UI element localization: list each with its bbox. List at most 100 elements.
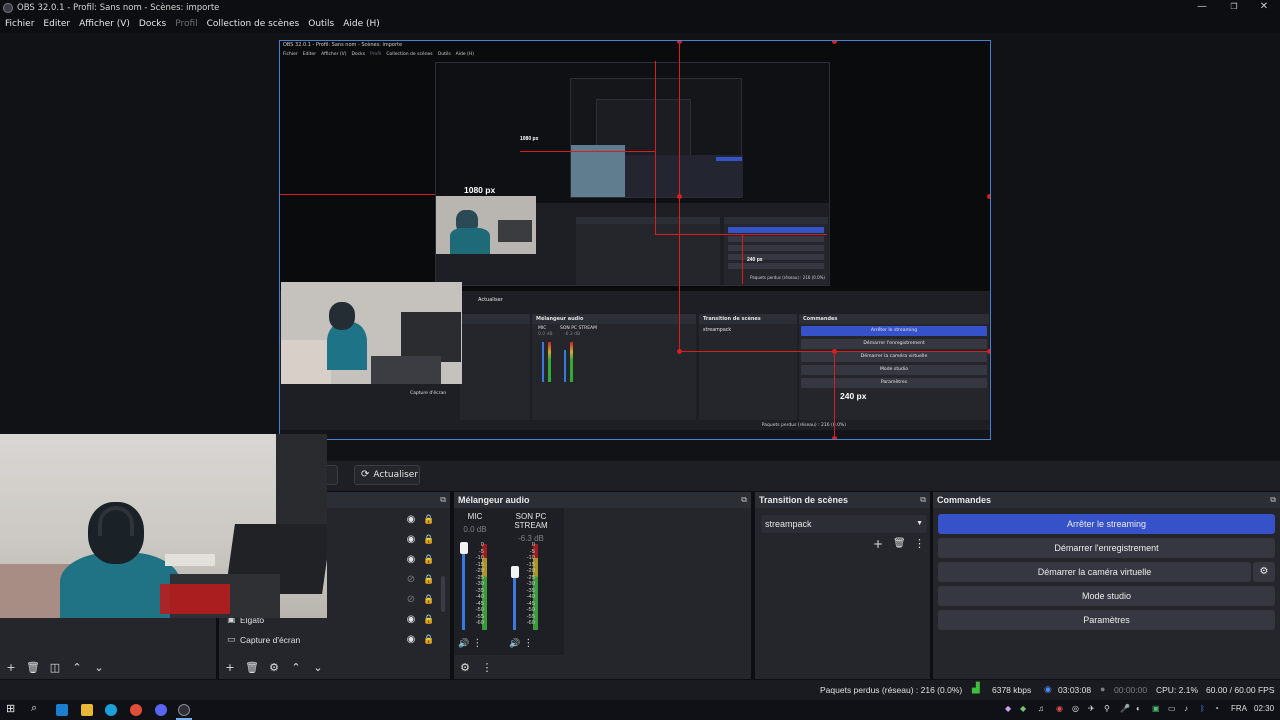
status-bar: Paquets perdus (réseau) : 216 (0.0%) ▟ 6… bbox=[0, 680, 1280, 700]
network-icon[interactable]: ▭ bbox=[1168, 704, 1176, 713]
speaker-icon[interactable]: 🔊 bbox=[458, 639, 469, 649]
tray-app-icon[interactable]: ✈ bbox=[1088, 704, 1095, 713]
menu-tools[interactable]: Outils bbox=[308, 19, 334, 29]
undock-icon[interactable]: ⧉ bbox=[440, 492, 446, 508]
bitrate: 6378 kbps bbox=[992, 685, 1032, 695]
refresh-button[interactable]: ⟳ Actualiser bbox=[354, 465, 420, 485]
lock-icon[interactable]: 🔒 bbox=[423, 594, 434, 606]
edge-icon[interactable] bbox=[105, 704, 117, 716]
undock-icon[interactable]: ⧉ bbox=[1270, 492, 1276, 508]
advanced-audio-icon[interactable]: ⚙ bbox=[458, 661, 472, 674]
inner-settings: Paramètres bbox=[801, 378, 987, 388]
add-icon[interactable]: + bbox=[4, 661, 18, 674]
tray-app-icon[interactable]: ▣ bbox=[1152, 704, 1160, 713]
lock-icon[interactable]: 🔒 bbox=[423, 634, 434, 646]
inner-menu-item: Profil bbox=[370, 52, 382, 57]
volume-slider-handle[interactable] bbox=[511, 566, 519, 579]
file-explorer-icon[interactable] bbox=[81, 704, 93, 716]
menu-file[interactable]: Fichier bbox=[5, 19, 34, 29]
undock-icon[interactable]: ⧉ bbox=[741, 492, 747, 508]
search-icon[interactable]: ⌕ bbox=[31, 702, 37, 715]
chevron-down-icon[interactable]: ⌄ bbox=[311, 661, 325, 674]
clock[interactable]: 02:30 bbox=[1254, 704, 1274, 713]
lock-icon[interactable]: 🔒 bbox=[423, 534, 434, 546]
volume-icon[interactable]: ♪ bbox=[1184, 704, 1188, 713]
undock-icon[interactable]: ⧉ bbox=[920, 492, 926, 508]
chrome-icon[interactable] bbox=[130, 704, 142, 716]
eye-icon[interactable]: ◉ bbox=[405, 614, 417, 626]
filter-icon[interactable]: ◫ bbox=[48, 661, 62, 674]
tray-app-icon[interactable]: ⚲ bbox=[1104, 704, 1110, 713]
notification-icon[interactable]: ◔ bbox=[1214, 704, 1219, 713]
chevron-up-icon[interactable]: ⌃ bbox=[289, 661, 303, 674]
lock-icon[interactable]: 🔒 bbox=[423, 554, 434, 566]
menu-bar: Fichier Editer Afficher (V) Docks Profil… bbox=[0, 16, 1280, 32]
tray-app-icon[interactable]: ◉ bbox=[1056, 704, 1063, 713]
eye-icon[interactable]: ◉ bbox=[405, 534, 417, 546]
inner-source-capture: Capture d'écran bbox=[410, 391, 447, 396]
trash-icon[interactable]: 🗑 bbox=[26, 661, 40, 674]
minimize-button[interactable]: — bbox=[1186, 0, 1218, 16]
bluetooth-icon[interactable]: ᛒ bbox=[1200, 704, 1205, 713]
obs-icon[interactable] bbox=[178, 704, 190, 716]
menu-docks[interactable]: Docks bbox=[139, 19, 166, 29]
menu-help[interactable]: Aide (H) bbox=[343, 19, 380, 29]
mixer-channel-pc: SON PC STREAM -6.3 dB bbox=[500, 512, 562, 543]
trash-icon[interactable]: 🗑 bbox=[893, 538, 906, 549]
preview-canvas[interactable]: OBS 32.0.1 - Profil: Sans nom - Scènes: … bbox=[279, 40, 991, 440]
more-options-icon[interactable]: ⋮ bbox=[480, 661, 494, 674]
settings-button[interactable]: Paramètres bbox=[938, 610, 1275, 630]
add-icon[interactable]: + bbox=[223, 661, 237, 674]
volume-slider-handle[interactable] bbox=[460, 542, 468, 554]
eye-off-icon[interactable]: ⊘ bbox=[405, 574, 417, 586]
studio-mode-button[interactable]: Mode studio bbox=[938, 586, 1275, 606]
close-button[interactable]: ✕ bbox=[1248, 0, 1280, 16]
tray-app-icon[interactable]: ◎ bbox=[1072, 704, 1079, 713]
source-row-screen-capture[interactable]: ▭ Capture d'écran ◉ 🔒 bbox=[219, 630, 450, 650]
discord-icon[interactable] bbox=[155, 704, 167, 716]
transition-select[interactable]: streampack ▼ bbox=[761, 515, 927, 533]
menu-view[interactable]: Afficher (V) bbox=[79, 19, 130, 29]
lock-icon[interactable]: 🔒 bbox=[423, 574, 434, 586]
title-bar: OBS 32.0.1 - Profil: Sans nom - Scènes: … bbox=[0, 0, 1280, 16]
eye-icon[interactable]: ◉ bbox=[405, 514, 417, 526]
streaming-icon: ◉ bbox=[1044, 684, 1052, 694]
sources-toolbar: + 🗑 ⚙ ⌃ ⌄ bbox=[219, 655, 450, 679]
trash-icon[interactable]: 🗑 bbox=[245, 661, 259, 674]
chevron-up-icon[interactable]: ⌃ bbox=[70, 661, 84, 674]
start-virtualcam-button[interactable]: Démarrer la caméra virtuelle bbox=[938, 562, 1251, 582]
lock-icon[interactable]: 🔒 bbox=[423, 514, 434, 526]
eye-icon[interactable]: ◉ bbox=[405, 634, 417, 646]
menu-edit[interactable]: Editer bbox=[43, 19, 70, 29]
tray-app-icon[interactable]: ◆ bbox=[1005, 704, 1011, 713]
add-icon[interactable]: + bbox=[873, 537, 883, 551]
virtualcam-settings-gear-icon[interactable]: ⚙ bbox=[1253, 562, 1275, 582]
language-indicator[interactable]: FRA bbox=[1231, 704, 1247, 713]
menu-profile[interactable]: Profil bbox=[175, 19, 197, 29]
lock-icon[interactable]: 🔒 bbox=[423, 614, 434, 626]
volume-slider-track[interactable] bbox=[462, 544, 465, 630]
guide-handle bbox=[987, 194, 990, 199]
eye-icon[interactable]: ◉ bbox=[405, 554, 417, 566]
start-recording-button[interactable]: Démarrer l'enregistrement bbox=[938, 538, 1275, 558]
speaker-icon[interactable]: 🔊 bbox=[509, 639, 520, 649]
store-icon[interactable] bbox=[56, 704, 68, 716]
windows-start-icon[interactable]: ⊞ bbox=[6, 702, 15, 715]
stop-streaming-button[interactable]: Arrêter le streaming bbox=[938, 514, 1275, 534]
obs-logo-icon bbox=[3, 3, 13, 13]
chevron-down-icon[interactable]: ⌄ bbox=[92, 661, 106, 674]
microphone-icon[interactable]: 🎤 bbox=[1120, 704, 1130, 713]
more-options-icon[interactable]: ⋮ bbox=[469, 638, 482, 649]
meter-scale: 0 -5 -10 -15 -20 -25 -30 -35 -40 -45 -50 -55 -60 bbox=[472, 542, 484, 627]
maximize-button[interactable]: ❐ bbox=[1218, 0, 1250, 16]
tray-app-icon[interactable]: ◐ bbox=[1136, 704, 1141, 713]
headset-icon[interactable]: ♫ bbox=[1038, 704, 1044, 713]
sources-scrollbar[interactable] bbox=[441, 576, 445, 612]
channel-controls: 🔊 ⋮ bbox=[458, 638, 482, 649]
tray-app-icon[interactable]: ◆ bbox=[1020, 704, 1026, 713]
more-options-icon[interactable]: ⋮ bbox=[520, 638, 533, 649]
eye-off-icon[interactable]: ⊘ bbox=[405, 594, 417, 606]
menu-scene-collection[interactable]: Collection de scènes bbox=[207, 19, 300, 29]
more-options-icon[interactable]: ⋮ bbox=[914, 537, 925, 550]
gear-icon[interactable]: ⚙ bbox=[267, 661, 281, 674]
